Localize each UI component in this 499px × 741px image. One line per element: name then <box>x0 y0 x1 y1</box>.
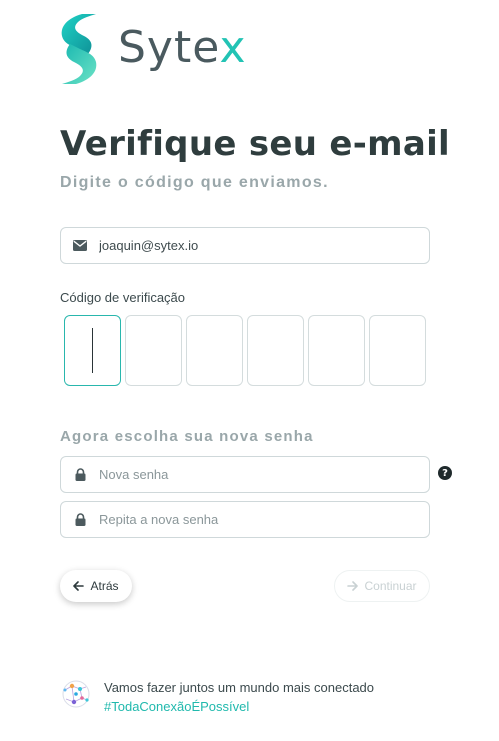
brand-logo: Sytex <box>58 12 246 86</box>
code-digit-4[interactable] <box>247 315 304 386</box>
new-password-input[interactable] <box>99 467 399 482</box>
code-digit-6[interactable] <box>369 315 426 386</box>
email-input[interactable] <box>99 238 399 253</box>
code-digit-1[interactable] <box>64 315 121 386</box>
text-caret <box>92 328 93 373</box>
help-icon[interactable]: ? <box>438 466 452 480</box>
footer-text: Vamos fazer juntos um mundo mais conecta… <box>104 678 374 716</box>
repeat-password-field[interactable] <box>60 501 430 538</box>
footer-hashtag[interactable]: #TodaConexãoÉPossível <box>104 697 374 716</box>
new-password-field[interactable] <box>60 456 430 493</box>
lock-icon <box>61 513 99 526</box>
sytex-logo-mark <box>61 14 97 84</box>
email-field[interactable] <box>60 227 430 264</box>
back-button-label: Atrás <box>90 579 119 593</box>
continue-button-label: Continuar <box>364 579 417 593</box>
page-subtitle: Digite o código que enviamos. <box>60 174 329 191</box>
code-digit-2[interactable] <box>125 315 182 386</box>
network-globe-icon <box>62 680 90 708</box>
footer: Vamos fazer juntos um mundo mais conecta… <box>60 678 374 716</box>
continue-button[interactable]: Continuar <box>334 570 430 602</box>
lock-icon <box>61 468 99 481</box>
page-title: Verifique seu e-mail <box>60 124 451 164</box>
password-section-heading: Agora escolha sua nova senha <box>60 428 314 445</box>
brand-name: Sytex <box>118 22 247 73</box>
code-digit-3[interactable] <box>186 315 243 386</box>
arrow-right-icon <box>347 581 359 591</box>
code-input-group <box>64 315 426 386</box>
repeat-password-input[interactable] <box>99 512 399 527</box>
footer-slogan: Vamos fazer juntos um mundo mais conecta… <box>104 680 375 695</box>
code-digit-5[interactable] <box>308 315 365 386</box>
arrow-left-icon <box>73 581 85 591</box>
envelope-icon <box>61 240 99 251</box>
code-label: Código de verificação <box>60 290 186 305</box>
back-button[interactable]: Atrás <box>60 570 132 602</box>
